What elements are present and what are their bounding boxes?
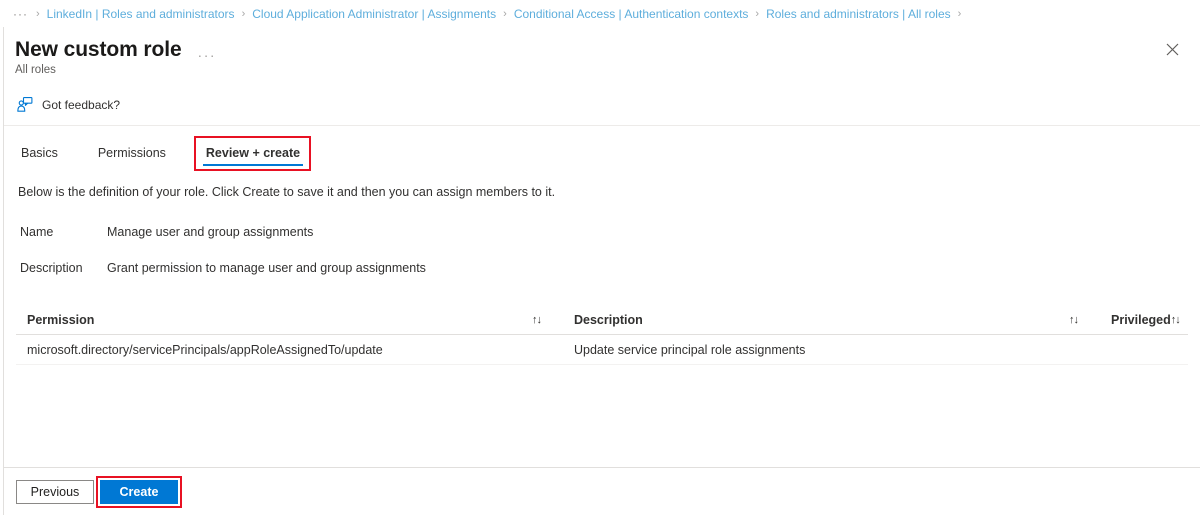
column-header-privileged: Privileged: [1111, 312, 1171, 327]
previous-button[interactable]: Previous: [16, 479, 94, 504]
close-icon: [1166, 43, 1178, 55]
tab-permissions[interactable]: Permissions: [95, 146, 169, 166]
cell-permission: microsoft.directory/servicePrincipals/ap…: [27, 342, 383, 357]
permissions-table: Permission ↑↓ Description ↑↓ Privileged …: [4, 305, 1200, 365]
table-row[interactable]: microsoft.directory/servicePrincipals/ap…: [16, 335, 1188, 365]
more-options-button[interactable]: ···: [198, 47, 217, 63]
breadcrumb-separator-icon: ›: [957, 7, 962, 20]
create-button[interactable]: Create: [100, 479, 178, 504]
breadcrumb-separator-icon: ›: [241, 7, 246, 20]
blade-header: New custom role ···: [4, 27, 1200, 63]
blade-subtitle: All roles: [15, 64, 56, 76]
tab-review-create[interactable]: Review + create: [202, 146, 304, 166]
blade-footer: Previous Create: [4, 467, 1200, 515]
breadcrumb-separator-icon: ›: [36, 7, 40, 20]
tab-basics[interactable]: Basics: [18, 146, 61, 166]
sort-toggle-privileged[interactable]: ↑↓: [1171, 314, 1200, 326]
tab-bar: Basics Permissions Review + create: [4, 136, 1200, 171]
close-blade-button[interactable]: [1158, 35, 1186, 63]
field-label-name: Name: [20, 225, 54, 239]
breadcrumb-item-linkedin-roles[interactable]: LinkedIn | Roles and administrators: [47, 7, 235, 21]
field-label-description: Description: [20, 261, 83, 275]
feedback-person-icon: [17, 97, 33, 112]
table-header-row: Permission ↑↓ Description ↑↓ Privileged …: [16, 305, 1188, 335]
got-feedback-button[interactable]: Got feedback?: [4, 89, 1200, 120]
breadcrumb-item-cloud-app-administrator[interactable]: Cloud Application Administrator | Assign…: [252, 7, 496, 21]
tab-review-create-wrapper: Review + create: [193, 136, 312, 171]
intro-text: Below is the definition of your role. Cl…: [18, 185, 556, 199]
active-tab-indicator: [202, 164, 304, 166]
tab-review-create-label: Review + create: [205, 146, 301, 160]
field-row-name: Name Manage user and group assignments: [4, 225, 1200, 239]
sort-toggle-permission[interactable]: ↑↓: [532, 314, 574, 326]
got-feedback-label: Got feedback?: [42, 97, 121, 112]
breadcrumb-item-conditional-access[interactable]: Conditional Access | Authentication cont…: [514, 7, 749, 21]
column-header-description: Description: [574, 312, 643, 327]
breadcrumb: ··· › LinkedIn | Roles and administrator…: [0, 0, 1200, 27]
create-button-wrapper: Create: [96, 475, 182, 508]
breadcrumb-separator-icon: ›: [755, 7, 760, 20]
breadcrumb-separator-icon: ›: [503, 7, 507, 20]
field-value-description: Grant permission to manage user and grou…: [107, 261, 426, 275]
page-title: New custom role: [15, 38, 182, 61]
breadcrumb-overflow-button[interactable]: ···: [12, 7, 29, 21]
field-value-name: Manage user and group assignments: [107, 225, 314, 239]
blade-panel: New custom role ··· All roles Got feedba…: [3, 27, 1200, 515]
field-row-description: Description Grant permission to manage u…: [4, 261, 1200, 275]
breadcrumb-item-roles-all-roles[interactable]: Roles and administrators | All roles: [766, 7, 951, 21]
sort-toggle-description[interactable]: ↑↓: [1069, 314, 1111, 326]
column-header-permission: Permission: [27, 312, 95, 327]
cell-description: Update service principal role assignment…: [574, 342, 806, 357]
tab-basics-label: Basics: [21, 146, 58, 160]
tab-permissions-label: Permissions: [97, 146, 166, 160]
header-divider: [4, 125, 1200, 126]
